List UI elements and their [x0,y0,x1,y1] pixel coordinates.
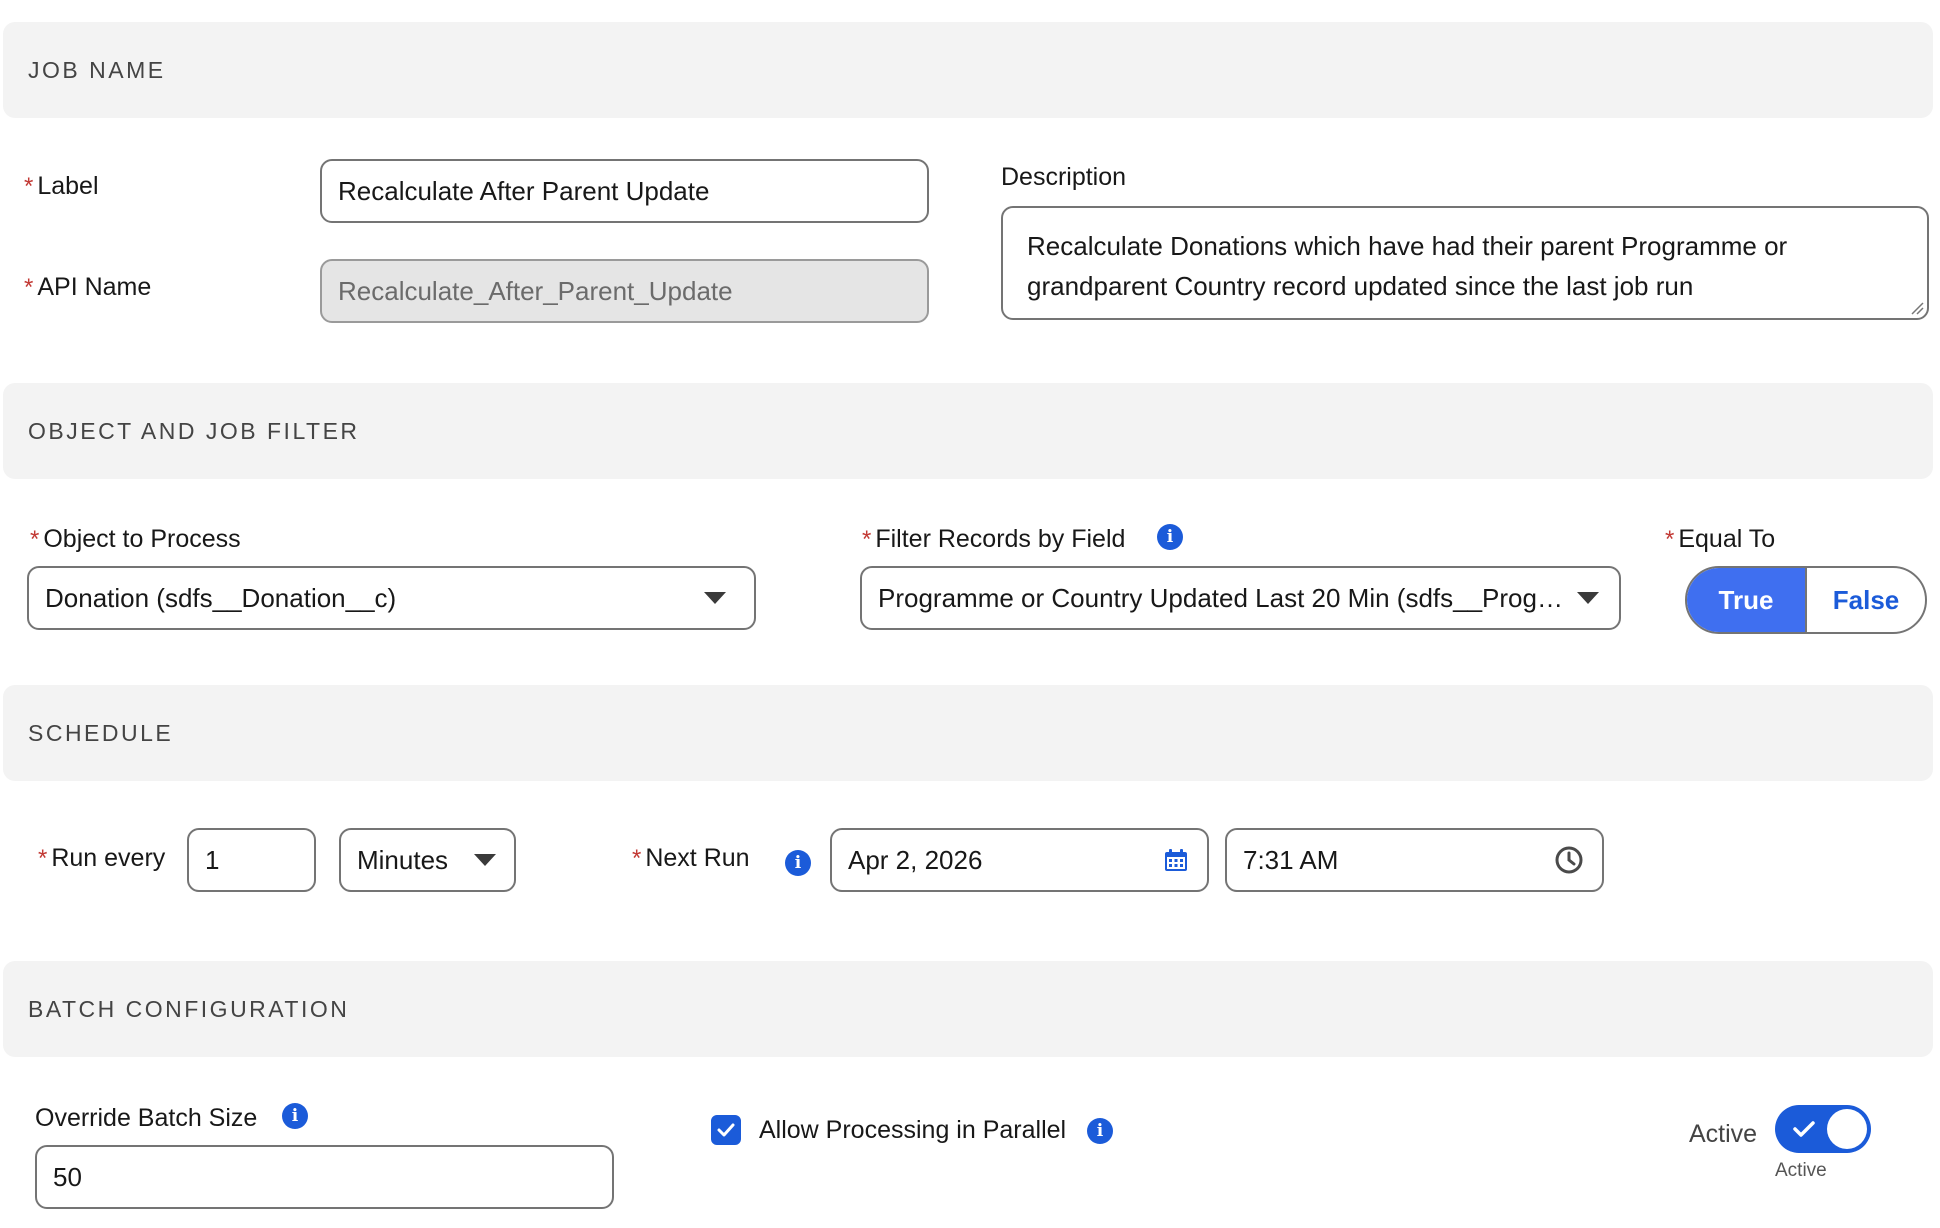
override-batch-field-label: Override Batch Size [35,1104,258,1132]
clock-icon[interactable] [1554,845,1584,875]
object-field-label: * Object to Process [30,525,241,553]
run-every-input[interactable]: 1 [187,828,316,892]
required-marker: * [30,526,40,553]
filter-field-select[interactable]: Programme or Country Updated Last 20 Min… [860,566,1621,630]
override-batch-value: 50 [53,1161,82,1192]
next-run-field-label: * Next Run [632,844,750,872]
section-title: JOB NAME [28,57,166,83]
date-value: Apr 2, 2026 [848,844,983,875]
api-name-value: Recalculate_After_Parent_Update [338,275,733,306]
info-icon[interactable]: i [785,850,811,876]
section-object-filter: OBJECT AND JOB FILTER [3,383,1933,479]
checkmark-icon [717,1123,735,1137]
required-marker: * [632,845,642,872]
section-title: OBJECT AND JOB FILTER [28,418,360,444]
checkmark-icon [1793,1121,1815,1137]
date-input[interactable]: Apr 2, 2026 [830,828,1209,892]
chevron-down-icon [704,592,726,604]
active-toggle[interactable] [1775,1105,1871,1153]
equal-to-field-label: * Equal To [1665,525,1776,553]
section-schedule: SCHEDULE [3,685,1933,781]
chevron-down-icon [474,854,496,866]
filter-field-value: Programme or Country Updated Last 20 Min… [878,582,1563,613]
run-every-value: 1 [205,844,220,875]
label-input[interactable]: Recalculate After Parent Update [320,159,929,223]
required-marker: * [862,526,872,553]
time-value: 7:31 AM [1243,844,1339,875]
required-marker: * [24,274,34,301]
override-batch-input[interactable]: 50 [35,1145,614,1209]
object-select[interactable]: Donation (sdfs__Donation__c) [27,566,756,630]
label-input-value: Recalculate After Parent Update [338,175,710,206]
section-title: BATCH CONFIGURATION [28,996,350,1022]
filter-field-label: * Filter Records by Field [862,525,1126,553]
unit-select[interactable]: Minutes [339,828,516,892]
description-field-label: Description [1001,163,1127,191]
required-marker: * [24,173,34,200]
section-job-name: JOB NAME [3,22,1933,118]
calendar-icon[interactable] [1163,847,1189,873]
description-value: Recalculate Donations which have had the… [1027,231,1788,301]
parallel-checkbox[interactable] [711,1115,741,1145]
unit-select-value: Minutes [357,844,449,875]
label-field-label: * Label [24,172,99,200]
active-status-text: Active [1775,1160,1827,1181]
api-name-input: Recalculate_After_Parent_Update [320,259,929,323]
time-input[interactable]: 7:31 AM [1225,828,1604,892]
active-field-label: Active [1689,1120,1758,1148]
object-select-value: Donation (sdfs__Donation__c) [45,582,397,613]
run-every-field-label: * Run every [38,844,166,872]
section-title: SCHEDULE [28,720,174,746]
false-button[interactable]: False [1805,568,1925,632]
description-textarea[interactable]: Recalculate Donations which have had the… [1001,206,1929,320]
true-button[interactable]: True [1687,568,1805,632]
toggle-knob [1827,1109,1867,1149]
required-marker: * [1665,526,1675,553]
info-icon[interactable]: i [282,1103,308,1129]
info-icon[interactable]: i [1157,524,1183,550]
info-icon[interactable]: i [1087,1118,1113,1144]
api-name-field-label: * API Name [24,273,152,301]
section-batch: BATCH CONFIGURATION [3,961,1933,1057]
parallel-field-label[interactable]: Allow Processing in Parallel [759,1116,1066,1145]
chevron-down-icon [1577,592,1599,604]
required-marker: * [38,845,48,872]
resize-grip-icon[interactable] [1910,301,1924,315]
equal-to-toggle-group: True False [1685,566,1927,634]
